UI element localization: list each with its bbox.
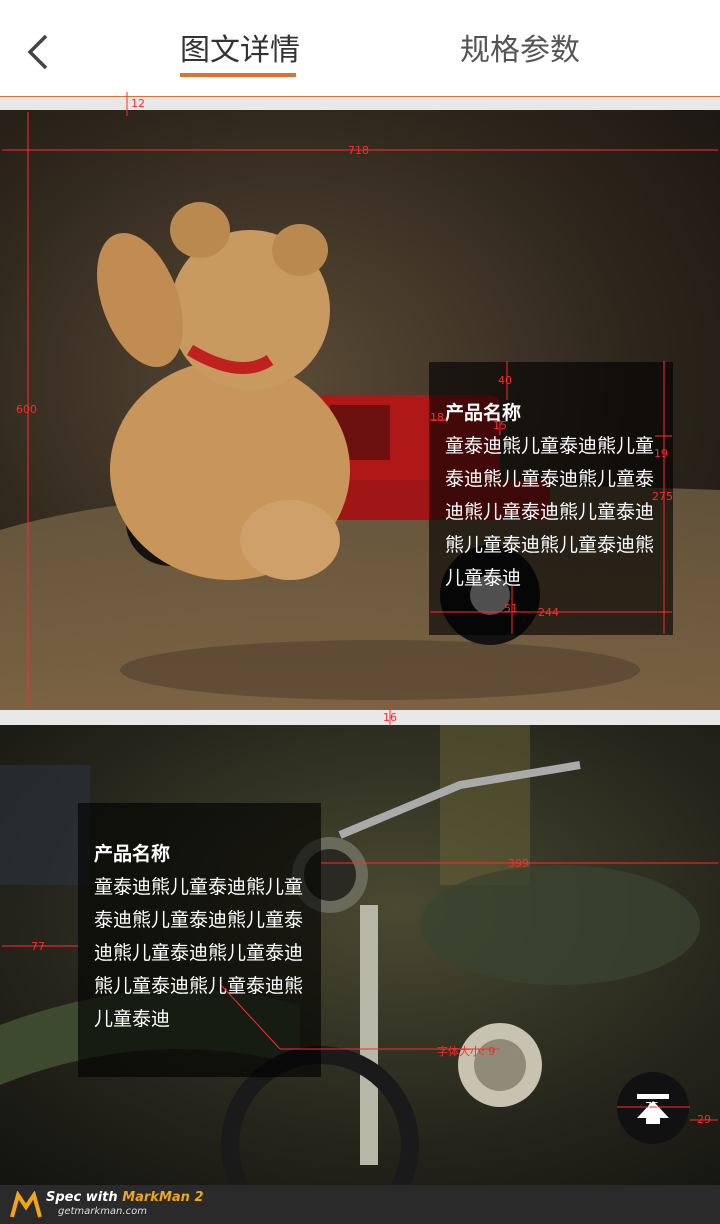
annotation-label: 399 (508, 857, 529, 870)
annotation-label: 77 (31, 940, 45, 953)
product-description: 童泰迪熊儿童泰迪熊儿童泰迪熊儿童泰迪熊儿童泰迪熊儿童泰迪熊儿童泰迪熊儿童泰迪熊儿… (445, 435, 655, 589)
annotation-label: 18 (430, 411, 444, 424)
product-description: 童泰迪熊儿童泰迪熊儿童泰迪熊儿童泰迪熊儿童泰迪熊儿童泰迪熊儿童泰迪熊儿童泰迪熊儿… (94, 876, 304, 1030)
annotation-label: 275 (652, 490, 673, 503)
tab-image-text-detail[interactable]: 图文详情 (180, 26, 300, 76)
annotation-label: 718 (348, 144, 369, 157)
product-name-title: 产品名称 (94, 843, 171, 865)
markman-footer: Spec with MarkMan 2 getmarkman.com (0, 1185, 720, 1224)
annotation-label: 75 (645, 1100, 659, 1113)
annotation-label: 15 (493, 419, 507, 432)
annotation-label: 12 (131, 97, 145, 110)
product-name-title: 产品名称 (445, 402, 522, 424)
chevron-left-icon[interactable] (20, 30, 56, 74)
annotation-label: 29 (697, 1113, 711, 1126)
spec-with-text: Spec with MarkMan 2 (46, 1190, 204, 1205)
markman-site-text: getmarkman.com (58, 1206, 147, 1217)
annotation-label: 51 (504, 602, 518, 615)
product-info-overlay: 产品名称 童泰迪熊儿童泰迪熊儿童泰迪熊儿童泰迪熊儿童泰迪熊儿童泰迪熊儿童泰迪熊儿… (78, 803, 321, 1077)
annotation-label: 600 (16, 403, 37, 416)
annotation-label: 19 (654, 447, 668, 460)
markman-logo-icon (10, 1191, 42, 1218)
tab-specifications[interactable]: 规格参数 (460, 26, 580, 76)
annotation-label: 字体大小: 9 (437, 1045, 496, 1058)
product-image-1: 产品名称 童泰迪熊儿童泰迪熊儿童泰迪熊儿童泰迪熊儿童泰迪熊儿童泰迪熊儿童泰迪熊儿… (0, 110, 720, 710)
top-navigation-bar: 图文详情 规格参数 (0, 0, 720, 97)
annotation-label: 244 (538, 606, 559, 619)
active-tab-indicator (180, 73, 296, 77)
annotation-label: 40 (498, 374, 512, 387)
product-info-overlay: 产品名称 童泰迪熊儿童泰迪熊儿童泰迪熊儿童泰迪熊儿童泰迪熊儿童泰迪熊儿童泰迪熊儿… (429, 362, 673, 635)
product-image-2: 产品名称 童泰迪熊儿童泰迪熊儿童泰迪熊儿童泰迪熊儿童泰迪熊儿童泰迪熊儿童泰迪熊儿… (0, 725, 720, 1185)
annotation-label: 16 (383, 711, 397, 724)
